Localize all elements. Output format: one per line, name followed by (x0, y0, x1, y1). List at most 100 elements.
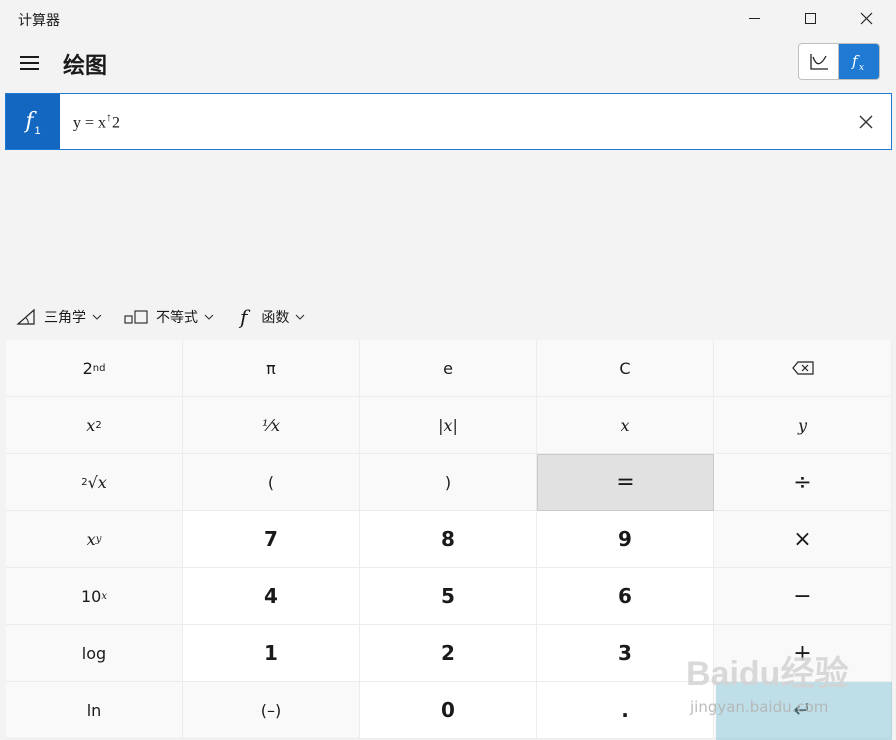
function-entry-row: f1 y = x↑2 (5, 93, 892, 150)
inequality-label: 不等式 (156, 310, 198, 326)
function-color-badge[interactable]: f1 (6, 94, 60, 149)
backspace-button[interactable] (714, 340, 892, 397)
digit-8-label: 8 (441, 527, 455, 551)
digit-7-button[interactable]: 7 (183, 511, 360, 568)
pi-button[interactable]: π (183, 340, 360, 397)
absolute-value-button[interactable]: |x| (360, 397, 537, 454)
equals-button[interactable]: = (537, 454, 714, 511)
power-button[interactable]: xy (6, 511, 183, 568)
variable-y-label: y (797, 415, 808, 435)
remove-function-button[interactable] (841, 94, 891, 149)
svg-text:x: x (859, 63, 864, 72)
plus-button[interactable]: + (714, 625, 892, 682)
hamburger-icon (19, 56, 39, 58)
plus-label: + (793, 640, 812, 666)
app-header: 绘图 f x (0, 40, 896, 88)
watermark-tint (716, 682, 892, 740)
minus-label: − (793, 583, 812, 609)
graph-view-button[interactable] (799, 44, 839, 79)
square-root-button[interactable]: 2 √x (6, 454, 183, 511)
digit-2-button[interactable]: 2 (360, 625, 537, 682)
calculator-keypad: 2nd π e C x2 ⅟x |x| x y 2 √x ( ) = ÷ xy 7… (6, 340, 892, 740)
second-function-button[interactable]: 2nd (6, 340, 183, 397)
variable-x-label: x (620, 415, 630, 435)
left-paren-button[interactable]: ( (183, 454, 360, 511)
reciprocal-button[interactable]: ⅟x (183, 397, 360, 454)
triangle-ruler-icon (16, 308, 35, 325)
function-label: 函数 (261, 310, 290, 326)
digit-5-button[interactable]: 5 (360, 568, 537, 625)
digit-4-button[interactable]: 4 (183, 568, 360, 625)
digit-0-button[interactable]: 0 (360, 682, 537, 739)
function-letter: f (25, 109, 34, 134)
digit-8-button[interactable]: 8 (360, 511, 537, 568)
reciprocal-label: ⅟x (261, 415, 281, 435)
multiply-button[interactable]: × (714, 511, 892, 568)
digit-1-button[interactable]: 1 (183, 625, 360, 682)
close-icon (859, 115, 873, 128)
minus-button[interactable]: − (714, 568, 892, 625)
root-label: √x (87, 472, 107, 492)
decimal-label: . (621, 698, 629, 722)
maximize-button[interactable] (782, 0, 838, 36)
function-index: 1 (34, 124, 41, 137)
function-fx-icon: f x (851, 52, 864, 72)
clear-button[interactable]: C (537, 340, 714, 397)
second-label: 2 (82, 358, 93, 378)
inequality-dropdown[interactable]: 不等式 (124, 307, 214, 327)
square-base: x (86, 415, 96, 435)
function-category-bar: 三角学 不等式 f 函数 (16, 303, 327, 331)
square-button[interactable]: x2 (6, 397, 183, 454)
chevron-down-icon (92, 314, 102, 320)
minimize-icon (748, 17, 760, 19)
digit-0-label: 0 (441, 698, 455, 722)
equals-label: = (616, 470, 635, 495)
ten-sup: x (101, 590, 107, 602)
function-view-button[interactable]: f x (839, 44, 879, 79)
left-paren-label: ( (267, 472, 275, 492)
app-title: 计算器 (18, 13, 60, 29)
hamburger-line (19, 68, 39, 70)
close-icon (860, 12, 872, 24)
negate-label: (–) (260, 700, 282, 720)
function-dropdown[interactable]: f 函数 (236, 305, 305, 329)
navigation-menu-button[interactable] (14, 48, 44, 78)
trigonometry-dropdown[interactable]: 三角学 (16, 307, 102, 327)
euler-button[interactable]: e (360, 340, 537, 397)
ten-base: 10 (81, 586, 102, 606)
trigonometry-label: 三角学 (44, 310, 86, 326)
digit-3-label: 3 (618, 641, 632, 665)
digit-3-button[interactable]: 3 (537, 625, 714, 682)
ten-power-button[interactable]: 10 x (6, 568, 183, 625)
inequality-icon (124, 310, 148, 324)
digit-6-button[interactable]: 6 (537, 568, 714, 625)
expression-suffix: 2 (112, 114, 121, 132)
chevron-down-icon (204, 314, 214, 320)
divide-button[interactable]: ÷ (714, 454, 892, 511)
square-sup: 2 (95, 419, 102, 431)
variable-y-button[interactable]: y (714, 397, 892, 454)
right-paren-button[interactable]: ) (360, 454, 537, 511)
chevron-down-icon (296, 314, 305, 320)
graph-mode-toggle: f x (798, 43, 880, 80)
hamburger-line (19, 62, 39, 64)
digit-9-button[interactable]: 9 (537, 511, 714, 568)
ln-label: ln (86, 700, 102, 720)
log-button[interactable]: log (6, 625, 183, 682)
function-f-icon: f (240, 305, 248, 329)
absolute-label: |x| (438, 415, 458, 435)
pi-label: π (266, 358, 276, 378)
log-label: log (81, 643, 107, 663)
close-window-button[interactable] (838, 0, 894, 36)
clear-label: C (619, 358, 631, 378)
digit-5-label: 5 (441, 584, 455, 608)
right-paren-label: ) (444, 472, 452, 492)
function-expression-input[interactable]: y = x↑2 (73, 110, 841, 132)
variable-x-button[interactable]: x (537, 397, 714, 454)
digit-7-label: 7 (264, 527, 278, 551)
title-bar: 计算器 (0, 0, 896, 36)
minimize-button[interactable] (726, 0, 782, 36)
ln-button[interactable]: ln (6, 682, 183, 739)
decimal-button[interactable]: . (537, 682, 714, 739)
negate-button[interactable]: (–) (183, 682, 360, 739)
